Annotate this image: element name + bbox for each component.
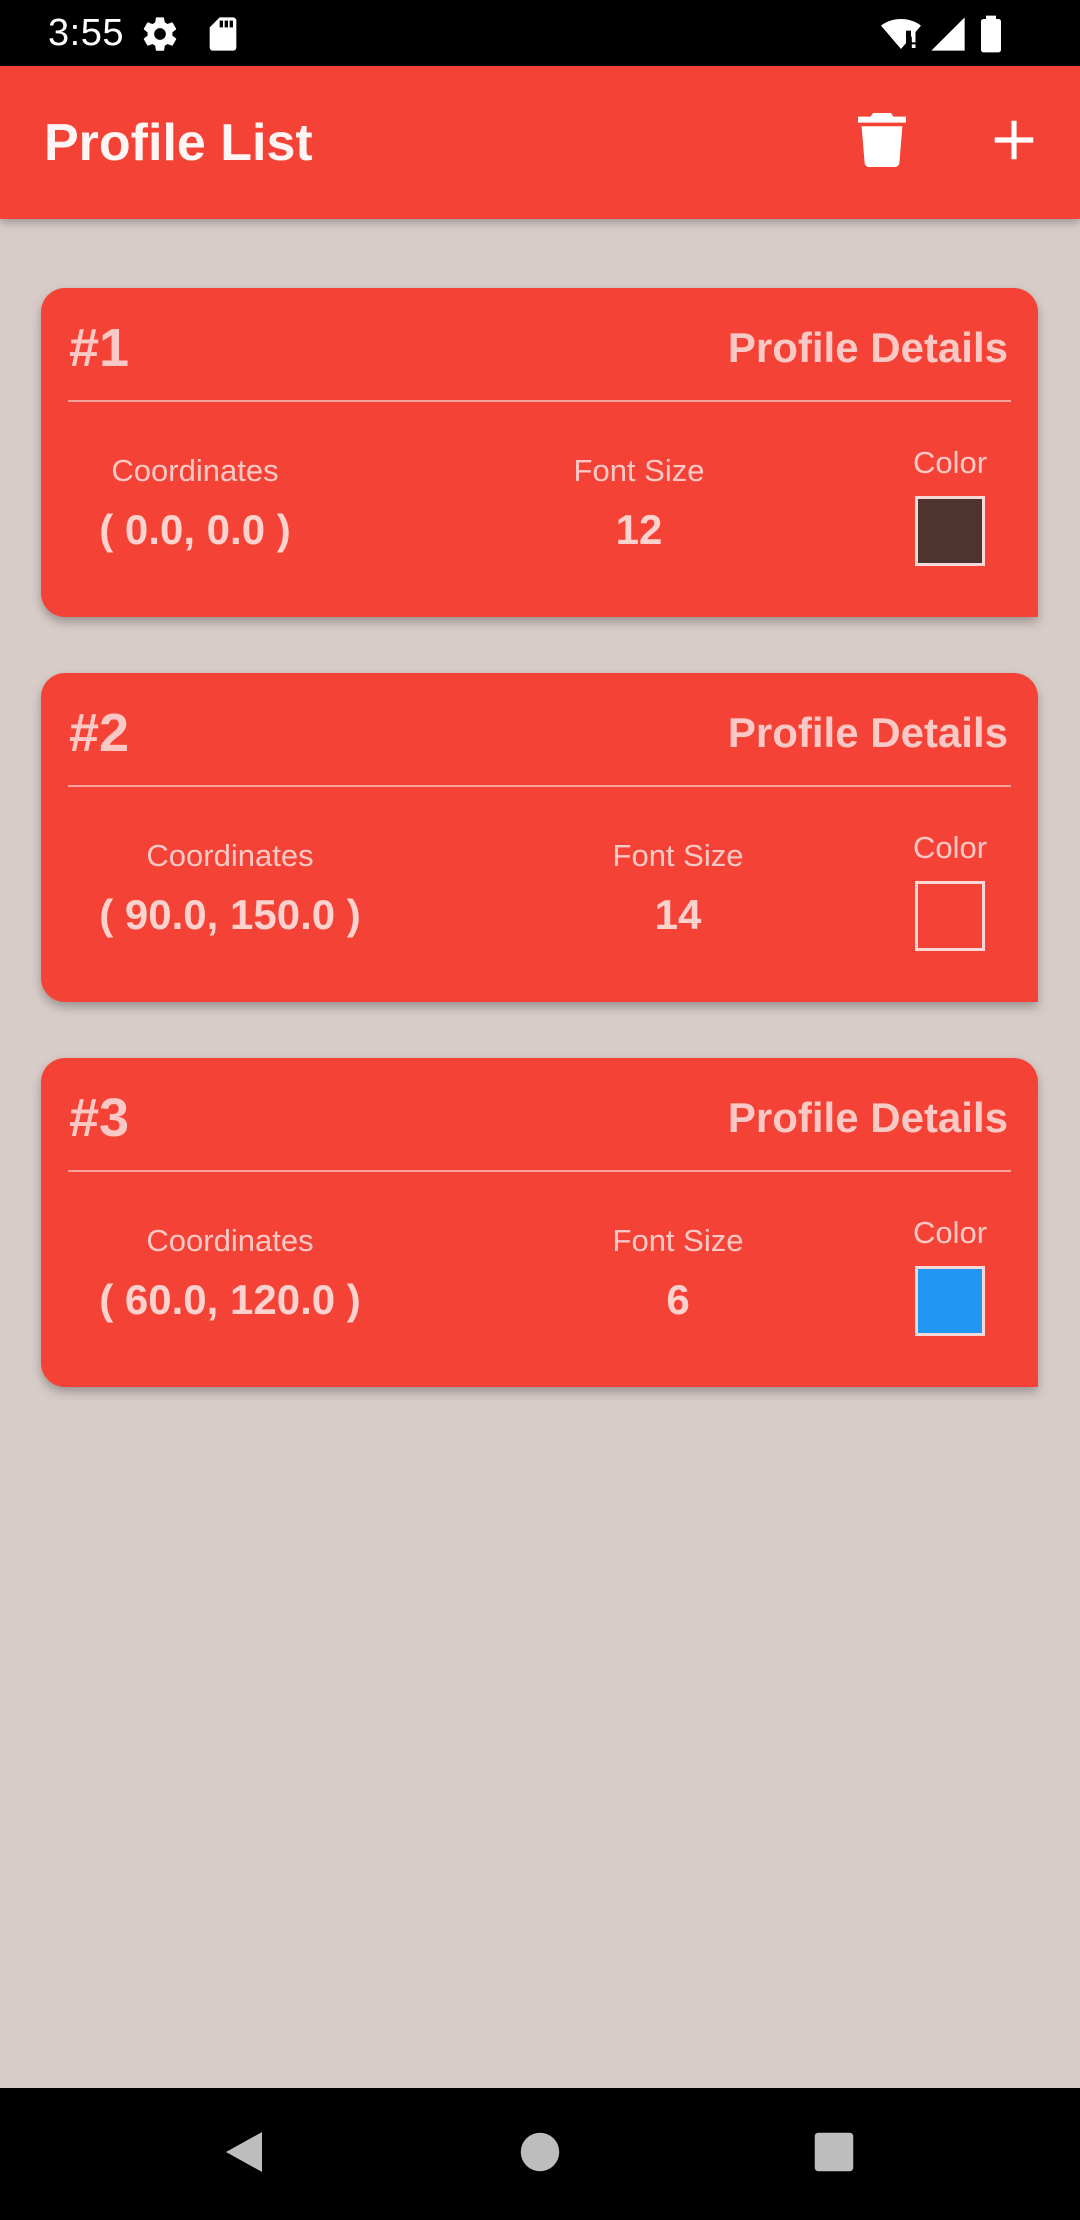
color-swatch (915, 496, 985, 566)
signal-icon (928, 14, 968, 54)
back-icon (222, 2128, 266, 2181)
card-divider (68, 400, 1011, 402)
coordinates-label: Coordinates (111, 453, 279, 488)
profile-number: #3 (69, 1088, 130, 1148)
back-button[interactable] (204, 2114, 284, 2194)
coordinates-value: ( 90.0, 150.0 ) (99, 891, 361, 938)
profile-card[interactable]: #3 Profile Details Coordinates ( 60.0, 1… (41, 1058, 1038, 1387)
status-time: 3:55 (48, 12, 124, 54)
color-swatch (915, 1266, 985, 1336)
coordinates-value: ( 60.0, 120.0 ) (99, 1276, 361, 1323)
card-divider (68, 1170, 1011, 1172)
profile-number: #1 (69, 318, 130, 378)
status-bar: 3:55 (0, 0, 1080, 66)
gear-icon (140, 14, 180, 54)
font-size-value: 12 (615, 506, 663, 553)
font-size-value: 14 (654, 891, 702, 938)
home-icon (519, 2131, 561, 2178)
profile-card[interactable]: #2 Profile Details Coordinates ( 90.0, 1… (41, 673, 1038, 1002)
profile-details-link[interactable]: Profile Details (728, 707, 1008, 759)
battery-icon (976, 14, 1006, 54)
app-bar: Profile List (0, 66, 1080, 219)
recents-button[interactable] (794, 2114, 874, 2194)
card-divider (68, 785, 1011, 787)
add-icon (992, 118, 1036, 167)
color-swatch (915, 881, 985, 951)
coordinates-label: Coordinates (146, 1223, 314, 1258)
home-button[interactable] (500, 2114, 580, 2194)
font-size-label: Font Size (612, 1223, 744, 1258)
font-size-label: Font Size (573, 453, 705, 488)
delete-all-button[interactable] (832, 92, 932, 192)
color-label: Color (912, 445, 988, 480)
profile-card[interactable]: #1 Profile Details Coordinates ( 0.0, 0.… (41, 288, 1038, 617)
color-label: Color (912, 830, 988, 865)
profile-details-link[interactable]: Profile Details (728, 322, 1008, 374)
recents-icon (813, 2131, 855, 2178)
wifi-icon (878, 14, 924, 54)
color-label: Color (912, 1215, 988, 1250)
add-profile-button[interactable] (964, 92, 1064, 192)
coordinates-label: Coordinates (146, 838, 314, 873)
page-title: Profile List (44, 114, 313, 172)
trash-icon (858, 112, 906, 172)
profile-details-link[interactable]: Profile Details (728, 1092, 1008, 1144)
font-size-label: Font Size (612, 838, 744, 873)
profile-number: #2 (69, 703, 130, 763)
coordinates-value: ( 0.0, 0.0 ) (99, 506, 291, 553)
sd-card-icon (203, 14, 243, 54)
navigation-bar (0, 2088, 1080, 2220)
font-size-value: 6 (666, 1276, 690, 1323)
